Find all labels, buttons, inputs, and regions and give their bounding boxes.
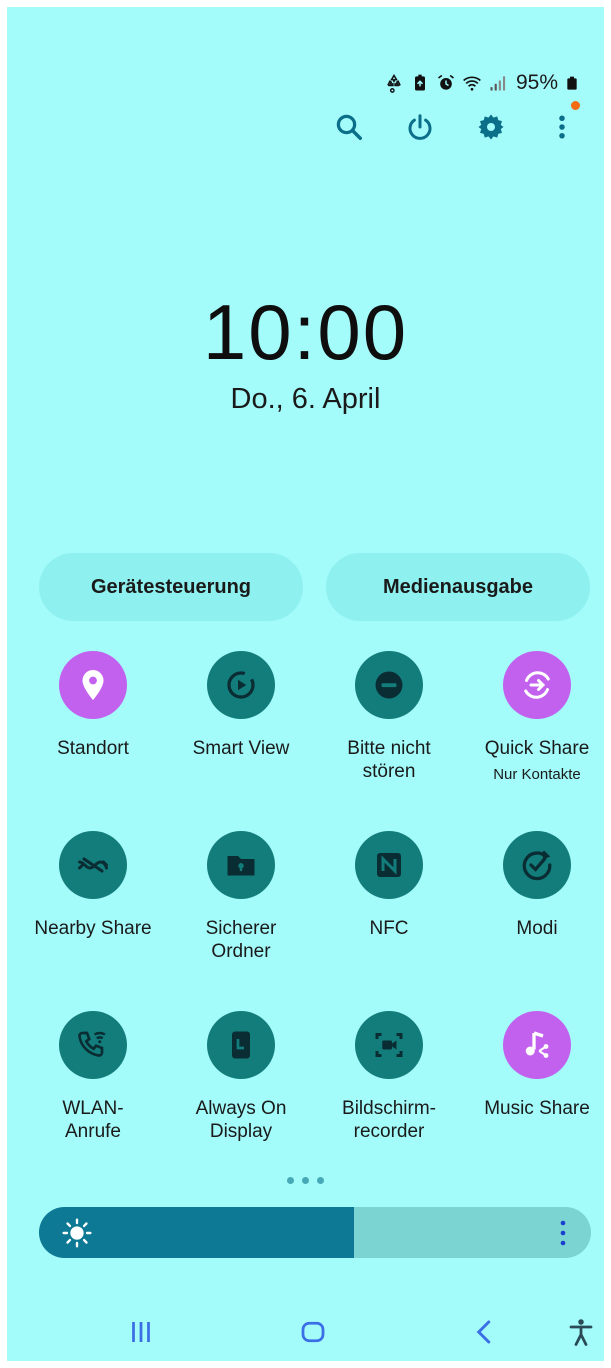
- settings-button[interactable]: [471, 107, 511, 147]
- tile-label: Smart View: [192, 738, 290, 759]
- device-control-button[interactable]: Gerätesteuerung: [39, 553, 303, 621]
- page-dot: [302, 1177, 309, 1184]
- back-button[interactable]: [465, 1314, 505, 1350]
- tile-label: Music Share: [484, 1098, 590, 1119]
- tile-icon-container: [355, 651, 423, 719]
- brightness-options-button[interactable]: [553, 1217, 573, 1249]
- tile-modes[interactable]: Modi: [463, 831, 604, 940]
- top-actions: [327, 101, 597, 147]
- clock-time: 10:00: [202, 288, 409, 376]
- tile-icon-container: [207, 831, 275, 899]
- tile-icon-container: [503, 651, 571, 719]
- battery-percent: 95%: [515, 71, 558, 94]
- tile-icon-container: [355, 1011, 423, 1079]
- alarm-icon: [437, 74, 454, 90]
- more-options-button[interactable]: [542, 101, 582, 147]
- tile-do-not-disturb[interactable]: Bitte nicht stören: [315, 651, 463, 783]
- tile-location[interactable]: Standort: [19, 651, 167, 760]
- modes-icon: [522, 850, 552, 881]
- tile-label: WLAN- Anrufe: [62, 1098, 124, 1142]
- quick-share-icon: [524, 671, 550, 699]
- wifi-calling-icon: [78, 1031, 106, 1057]
- tile-label: Bitte nicht stören: [347, 738, 431, 782]
- do-not-disturb-icon: [375, 671, 403, 699]
- tile-label: Quick Share: [484, 738, 590, 759]
- screen-recorder-icon: [375, 1033, 403, 1057]
- tile-icon-container: [59, 1011, 127, 1079]
- search-button[interactable]: [329, 107, 369, 147]
- tile-secure-folder[interactable]: Sicherer Ordner: [167, 831, 315, 963]
- more-vert-icon: [559, 115, 565, 139]
- quick-panel: 95% 10:00 Do., 6. April Gerätesteuerung …: [7, 7, 604, 1361]
- tile-label: Always On Display: [195, 1098, 287, 1142]
- smart-view-icon: [227, 671, 255, 699]
- tile-label: Modi: [516, 918, 558, 939]
- status-bar: 95%: [384, 69, 580, 97]
- power-button[interactable]: [400, 107, 440, 147]
- signal-icon: [490, 76, 506, 91]
- home-button[interactable]: [293, 1314, 333, 1350]
- tile-always-on-display[interactable]: Always On Display: [167, 1011, 315, 1143]
- tile-icon-container: [59, 651, 127, 719]
- tile-music-share[interactable]: Music Share: [463, 1011, 604, 1120]
- accessibility-icon: [569, 1319, 593, 1346]
- secure-folder-icon: [227, 856, 255, 876]
- recents-icon: [132, 1322, 150, 1342]
- tile-label: Nearby Share: [34, 918, 152, 939]
- wifi-icon: [463, 76, 481, 91]
- tile-icon-container: [59, 831, 127, 899]
- nearby-share-icon: [78, 857, 108, 873]
- brightness-slider[interactable]: [39, 1207, 591, 1258]
- clock-date: Do., 6. April: [230, 383, 381, 415]
- tile-quick-share[interactable]: Quick Share Nur Kontakte: [463, 651, 604, 783]
- tile-icon-container: [503, 831, 571, 899]
- settings-icon: [478, 114, 504, 140]
- battery-saver-icon: [414, 74, 425, 91]
- tile-icon-container: [207, 1011, 275, 1079]
- tile-label: Sicherer Ordner: [205, 918, 277, 962]
- always-on-display-icon: [232, 1031, 250, 1059]
- tile-icon-container: [207, 651, 275, 719]
- search-icon: [336, 114, 362, 140]
- nfc-icon: [377, 853, 401, 877]
- recycle-icon: [387, 74, 401, 93]
- tile-nearby-share[interactable]: Nearby Share: [19, 831, 167, 940]
- back-icon: [476, 1320, 491, 1344]
- music-share-icon: [525, 1031, 549, 1058]
- tile-label: Standort: [57, 738, 129, 759]
- tile-icon-container: [503, 1011, 571, 1079]
- media-output-button[interactable]: Medienausgabe: [326, 553, 590, 621]
- location-pin-icon: [82, 670, 104, 700]
- tile-screen-recorder[interactable]: Bildschirm-recorder: [315, 1011, 463, 1143]
- tile-nfc[interactable]: NFC: [315, 831, 463, 940]
- tile-smart-view[interactable]: Smart View: [167, 651, 315, 760]
- notification-dot: [571, 101, 580, 110]
- page-dot: [287, 1177, 294, 1184]
- accessibility-button[interactable]: [561, 1314, 601, 1350]
- tile-label: NFC: [369, 918, 409, 939]
- recents-button[interactable]: [121, 1314, 161, 1350]
- home-icon: [301, 1321, 325, 1343]
- tile-wifi-calling[interactable]: WLAN- Anrufe: [19, 1011, 167, 1143]
- tile-icon-container: [355, 831, 423, 899]
- more-vert-icon: [560, 1220, 566, 1246]
- tile-sublabel: Nur Kontakte: [493, 766, 581, 783]
- navigation-bar: [7, 1312, 604, 1352]
- battery-icon: [567, 76, 577, 90]
- page-dot: [317, 1177, 324, 1184]
- page-indicator: [7, 1177, 604, 1184]
- sun-icon: [62, 1218, 92, 1248]
- power-icon: [408, 114, 432, 140]
- tile-label: Bildschirm-recorder: [342, 1098, 436, 1142]
